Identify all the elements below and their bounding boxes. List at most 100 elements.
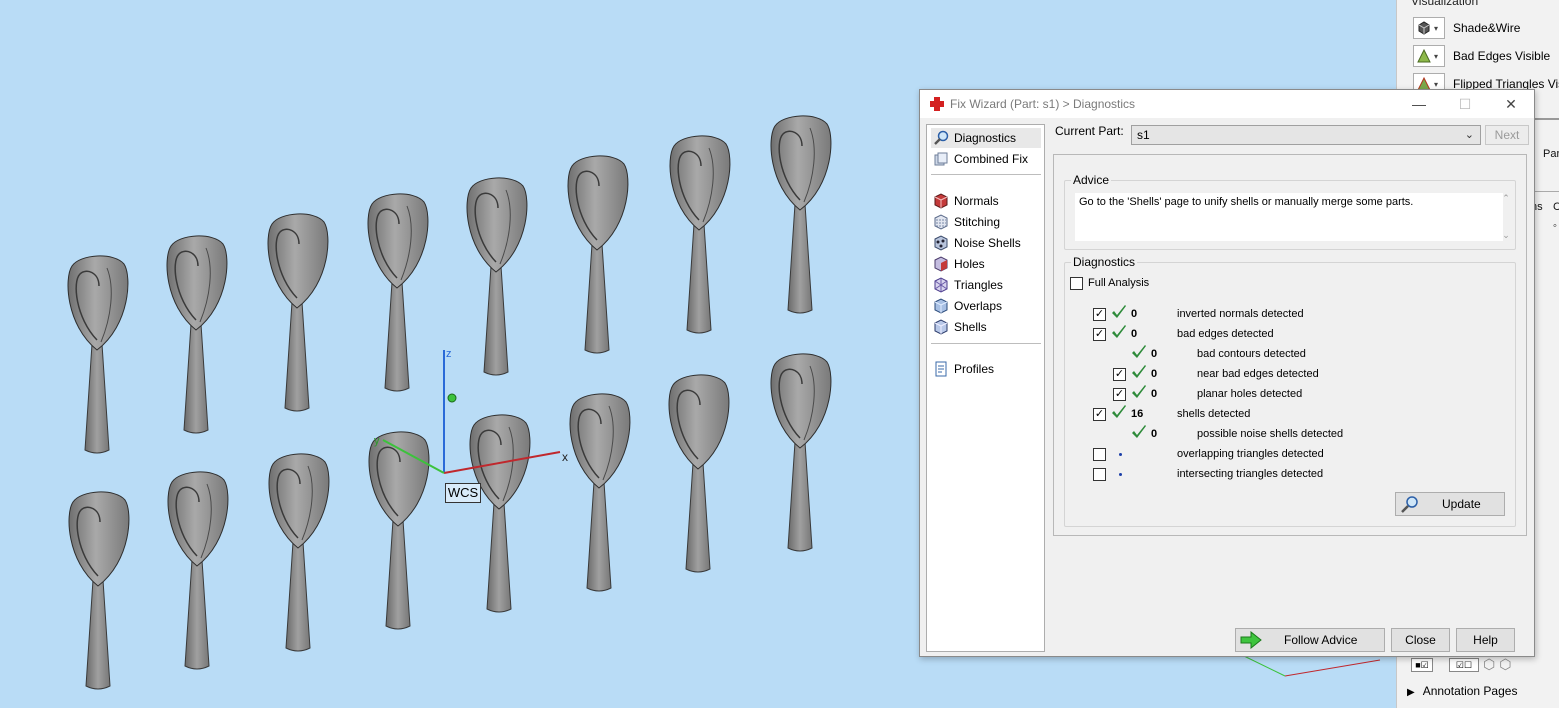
mesh-part[interactable] bbox=[68, 491, 130, 690]
annotation-pages-node[interactable]: ▶ Annotation Pages bbox=[1407, 684, 1517, 698]
nav-label: Triangles bbox=[954, 278, 1003, 292]
mesh-part[interactable] bbox=[770, 115, 832, 314]
mesh-part[interactable] bbox=[166, 235, 228, 434]
mesh-part[interactable] bbox=[466, 177, 528, 376]
cube-wire-icon[interactable]: ⬡ bbox=[1483, 656, 1495, 673]
update-button[interactable]: Update bbox=[1395, 492, 1505, 516]
green-arrow-icon bbox=[1240, 631, 1262, 649]
combined-fix-icon bbox=[934, 152, 948, 166]
wcs-label: WCS bbox=[445, 483, 481, 503]
diagnostic-count: 16 bbox=[1131, 408, 1144, 420]
maximize-button[interactable]: ☐ bbox=[1442, 90, 1488, 118]
mesh-part[interactable] bbox=[167, 471, 229, 670]
nav-profiles[interactable]: Profiles bbox=[931, 359, 1041, 379]
diagnostic-text: overlapping triangles detected bbox=[1177, 448, 1324, 460]
nav-separator bbox=[931, 174, 1041, 175]
current-part-value: s1 bbox=[1137, 128, 1150, 142]
nav-noise-shells[interactable]: Noise Shells bbox=[931, 233, 1041, 253]
diagnostic-checkbox[interactable]: ✓ bbox=[1113, 368, 1126, 381]
minimize-button[interactable]: — bbox=[1396, 90, 1442, 118]
nav-diagnostics[interactable]: Diagnostics bbox=[931, 128, 1041, 148]
mesh-part[interactable] bbox=[368, 431, 430, 630]
dialog-titlebar[interactable]: Fix Wizard (Part: s1) > Diagnostics — ☐ … bbox=[920, 90, 1534, 118]
diagnostic-text: inverted normals detected bbox=[1177, 308, 1304, 320]
expand-arrow-icon[interactable]: ▶ bbox=[1407, 687, 1415, 698]
close-window-button[interactable]: ✕ bbox=[1488, 90, 1534, 118]
diagnostic-row: ✓ 0 planar holes detected bbox=[1065, 385, 1505, 408]
diagnostic-count: 0 bbox=[1131, 328, 1138, 340]
wizard-nav: Diagnostics Combined Fix Normals Stitchi… bbox=[926, 124, 1045, 652]
shade-wire-dropdown[interactable]: ▾ bbox=[1413, 17, 1445, 39]
magnifier-icon bbox=[1401, 496, 1418, 513]
side-fragment-c: C bbox=[1553, 201, 1559, 213]
next-button[interactable]: Next bbox=[1485, 125, 1529, 145]
nav-shells[interactable]: Shells bbox=[931, 317, 1041, 337]
full-analysis-label: Full Analysis bbox=[1088, 277, 1150, 289]
diagnostic-count: 0 bbox=[1131, 308, 1138, 320]
nav-stitching[interactable]: Stitching bbox=[931, 212, 1041, 232]
triangles-icon bbox=[934, 277, 948, 293]
profiles-icon bbox=[935, 361, 947, 377]
pivot-marker[interactable] bbox=[447, 393, 457, 403]
x-axis-label: x bbox=[562, 450, 568, 464]
diagnostic-checkbox[interactable] bbox=[1093, 468, 1106, 481]
diagnostic-text: shells detected bbox=[1177, 408, 1251, 420]
diagnostic-checkbox[interactable]: ✓ bbox=[1093, 408, 1106, 421]
nav-triangles[interactable]: Triangles bbox=[931, 275, 1041, 295]
mesh-part[interactable] bbox=[669, 135, 731, 334]
advice-title: Advice bbox=[1071, 173, 1112, 187]
diagnostic-checkbox[interactable]: ✓ bbox=[1093, 328, 1106, 341]
advice-scrollbar[interactable]: ⌃ ⌄ bbox=[1499, 193, 1513, 241]
scroll-down-icon[interactable]: ⌄ bbox=[1502, 230, 1510, 241]
bad-edges-label: Bad Edges Visible bbox=[1453, 49, 1551, 63]
diagnostic-count: 0 bbox=[1151, 348, 1158, 360]
green-check-icon bbox=[1112, 325, 1126, 338]
nav-normals[interactable]: Normals bbox=[931, 191, 1041, 211]
mesh-part[interactable] bbox=[67, 255, 129, 454]
nav-label: Profiles bbox=[954, 362, 995, 376]
mesh-part[interactable] bbox=[268, 453, 330, 652]
layer-toggle-1-icon[interactable]: ■☑ bbox=[1411, 657, 1433, 672]
full-analysis-checkbox[interactable] bbox=[1070, 277, 1083, 290]
scroll-up-icon[interactable]: ⌃ bbox=[1502, 193, 1510, 204]
green-check-icon bbox=[1112, 405, 1126, 418]
nav-label: Stitching bbox=[954, 215, 1001, 229]
nav-label: Noise Shells bbox=[954, 236, 1021, 250]
layer-toggle-2-icon[interactable]: ☑☐ bbox=[1449, 657, 1479, 672]
mesh-part[interactable] bbox=[567, 155, 629, 354]
current-part-select[interactable]: s1 ⌄ bbox=[1131, 125, 1481, 145]
diagnostic-row: 0 possible noise shells detected bbox=[1065, 425, 1505, 448]
vis-bad-edges[interactable]: ▾ Bad Edges Visible bbox=[1413, 45, 1550, 67]
help-button[interactable]: Help bbox=[1456, 628, 1515, 652]
diagnostic-checkbox[interactable] bbox=[1093, 448, 1106, 461]
diagnostic-checkbox[interactable]: ✓ bbox=[1093, 308, 1106, 321]
mesh-part[interactable] bbox=[367, 193, 429, 392]
shells-icon bbox=[934, 319, 948, 335]
nav-label: Combined Fix bbox=[954, 152, 1029, 166]
y-axis-label: y bbox=[374, 435, 380, 447]
nav-holes[interactable]: Holes bbox=[931, 254, 1041, 274]
follow-advice-button[interactable]: Follow Advice bbox=[1235, 628, 1385, 652]
mesh-part[interactable] bbox=[267, 213, 329, 412]
nav-combined-fix[interactable]: Combined Fix bbox=[931, 149, 1041, 169]
diagnostics-title: Diagnostics bbox=[1071, 255, 1138, 269]
mesh-part[interactable] bbox=[569, 393, 631, 592]
cube-wire-2-icon[interactable]: ⬡ bbox=[1499, 656, 1511, 673]
mesh-part[interactable] bbox=[668, 374, 730, 573]
pending-dot-icon bbox=[1119, 473, 1122, 476]
vis-shade-wire[interactable]: ▾ Shade&Wire bbox=[1413, 17, 1520, 39]
diagnostic-text: intersecting triangles detected bbox=[1177, 468, 1324, 480]
mesh-part[interactable] bbox=[770, 353, 832, 552]
mini-y-axis bbox=[1243, 655, 1286, 677]
holes-icon bbox=[934, 256, 948, 272]
close-button[interactable]: Close bbox=[1391, 628, 1450, 652]
magnifier-icon bbox=[934, 130, 949, 145]
mesh-part[interactable] bbox=[469, 414, 531, 613]
bad-edges-dropdown[interactable]: ▾ bbox=[1413, 45, 1445, 67]
diagnostic-checkbox[interactable]: ✓ bbox=[1113, 388, 1126, 401]
diagnostic-text: bad contours detected bbox=[1197, 348, 1306, 360]
green-check-icon bbox=[1132, 385, 1146, 398]
nav-overlaps[interactable]: Overlaps bbox=[931, 296, 1041, 316]
z-axis-label: z bbox=[446, 348, 452, 360]
green-check-icon bbox=[1132, 425, 1146, 438]
